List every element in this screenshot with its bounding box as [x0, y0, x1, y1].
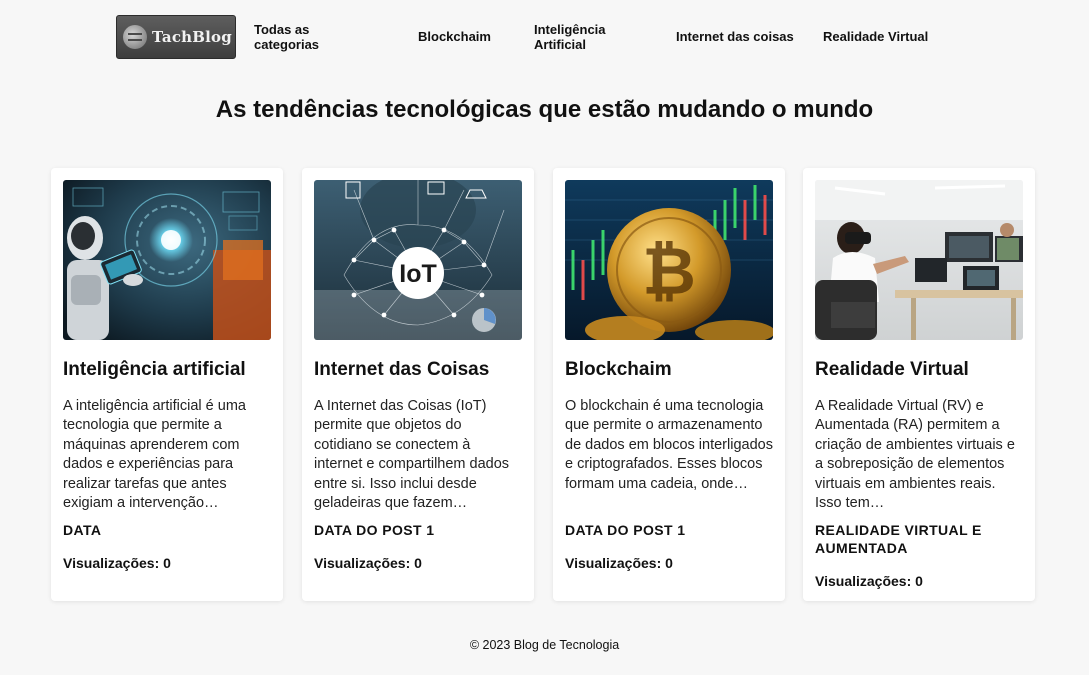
iot-network-image: IoT: [314, 180, 522, 340]
top-navigation: TachBlog Todas as categorias Blockchaim …: [0, 15, 1089, 59]
post-title[interactable]: Blockchaim: [565, 359, 773, 381]
post-category: DATA DO POST 1: [565, 522, 686, 538]
logo-text: TachBlog: [152, 28, 232, 46]
post-views: Visualizações: 0: [314, 555, 422, 571]
nav-link-all-categories[interactable]: Todas as categorias: [254, 22, 374, 52]
iot-image-label: IoT: [399, 260, 437, 288]
post-description: A Internet das Coisas (IoT) permite que …: [314, 398, 510, 512]
post-card-ai[interactable]: Inteligência artificial A inteligência a…: [51, 168, 283, 601]
post-category: DATA DO POST 1: [314, 522, 435, 538]
logo-brain-icon: [123, 25, 147, 49]
ai-robot-image: [63, 180, 271, 340]
post-description: O blockchain é uma tecnologia que permit…: [565, 398, 773, 492]
post-card-vr[interactable]: Realidade Virtual A Realidade Virtual (R…: [803, 168, 1035, 601]
nav-link-ai[interactable]: Inteligência Artificial: [534, 22, 644, 52]
post-title[interactable]: Inteligência artificial: [63, 359, 271, 381]
nav-link-blockchain[interactable]: Blockchaim: [418, 29, 491, 44]
post-card-blockchain[interactable]: ₿ Blockchaim O blockchain é uma tecnolog…: [553, 168, 785, 601]
footer-copyright: © 2023 Blog de Tecnologia: [469, 638, 620, 652]
logo[interactable]: TachBlog: [116, 15, 236, 59]
nav-link-vr[interactable]: Realidade Virtual: [823, 29, 928, 44]
post-category: REALIDADE VIRTUAL E AUMENTADA: [815, 522, 982, 556]
post-views: Visualizações: 0: [565, 555, 673, 571]
post-title[interactable]: Internet das Coisas: [314, 359, 522, 381]
post-card-iot[interactable]: IoT Internet das Coisas A Internet das C…: [302, 168, 534, 601]
svg-text:₿: ₿: [642, 233, 696, 310]
post-description: A inteligência artificial é uma tecnolog…: [63, 398, 246, 512]
post-views: Visualizações: 0: [63, 555, 171, 571]
post-category: DATA: [63, 522, 102, 538]
post-views: Visualizações: 0: [815, 573, 923, 589]
post-title[interactable]: Realidade Virtual: [815, 359, 1023, 381]
nav-link-iot[interactable]: Internet das coisas: [676, 29, 794, 44]
vr-office-image: [815, 180, 1023, 340]
bitcoin-chart-image: ₿: [565, 180, 773, 340]
page-title: As tendências tecnológicas que estão mud…: [215, 96, 874, 123]
post-description: A Realidade Virtual (RV) e Aumentada (RA…: [815, 398, 1015, 512]
